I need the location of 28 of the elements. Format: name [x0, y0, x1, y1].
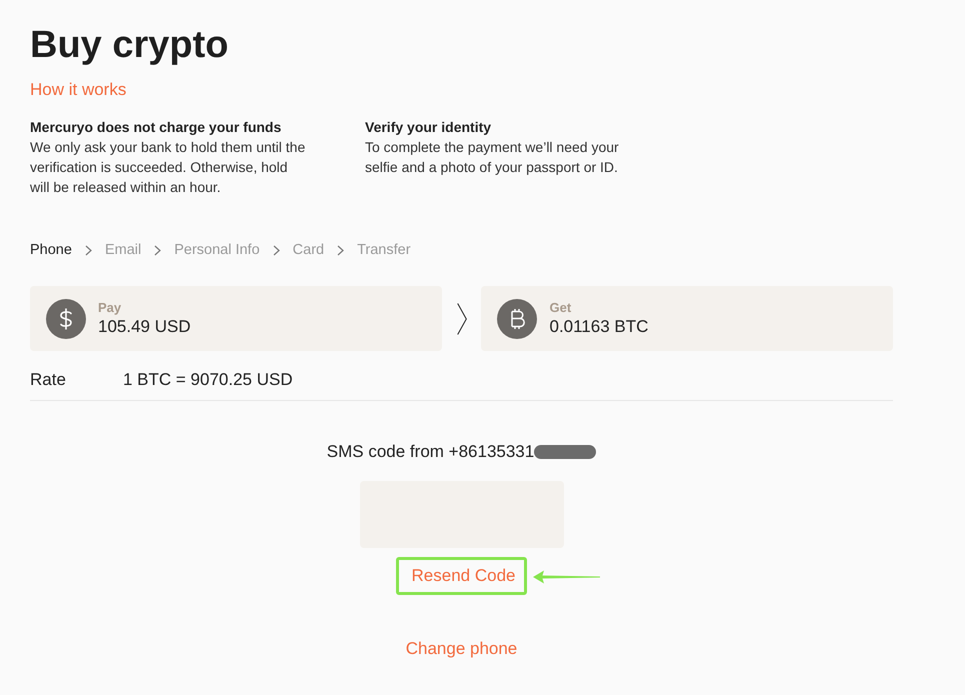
step-link[interactable]: Email — [104, 241, 142, 259]
chevron-icon — [337, 244, 344, 256]
info-text: To complete the payment we’ll need your selfie and a photo of your passport or ID. — [365, 138, 620, 177]
step-link[interactable]: Phone — [30, 241, 72, 259]
amount-value: 105.49 USD — [98, 316, 191, 338]
chevron-icon — [456, 302, 466, 334]
chevron-icon — [84, 244, 92, 256]
step-link[interactable]: Transfer — [357, 241, 411, 259]
page-title: Buy crypto — [30, 23, 228, 68]
chevron-icon — [154, 244, 162, 256]
resend-code-button[interactable]: Resend Code — [396, 557, 528, 595]
change-phone-link[interactable]: Change phone — [406, 638, 518, 660]
step-link[interactable]: Card — [292, 241, 324, 259]
info-heading: Mercuryo does not charge your funds — [30, 118, 282, 137]
sms-prompt: SMS code from +86135331 — [326, 441, 534, 463]
rate-value: 1 BTC = 9070.25 USD — [123, 369, 293, 391]
info-text: We only ask your bank to hold them until the verification is succeeded. Otherwise, hold will be released within an hour. — [30, 138, 306, 197]
bitcoin-icon — [497, 298, 538, 338]
amount-label: Get — [549, 299, 572, 316]
amount-value: 0.01163 BTC — [549, 316, 648, 338]
how-it-works-link[interactable]: How it works — [30, 79, 126, 101]
dollar-icon — [46, 298, 86, 338]
info-heading: Verify your identity — [365, 118, 492, 137]
amount-label: Pay — [98, 299, 122, 316]
chevron-icon — [272, 244, 280, 256]
rate-label: Rate — [30, 369, 67, 391]
annotation-arrow — [533, 570, 600, 584]
step-link[interactable]: Personal Info — [174, 241, 260, 259]
